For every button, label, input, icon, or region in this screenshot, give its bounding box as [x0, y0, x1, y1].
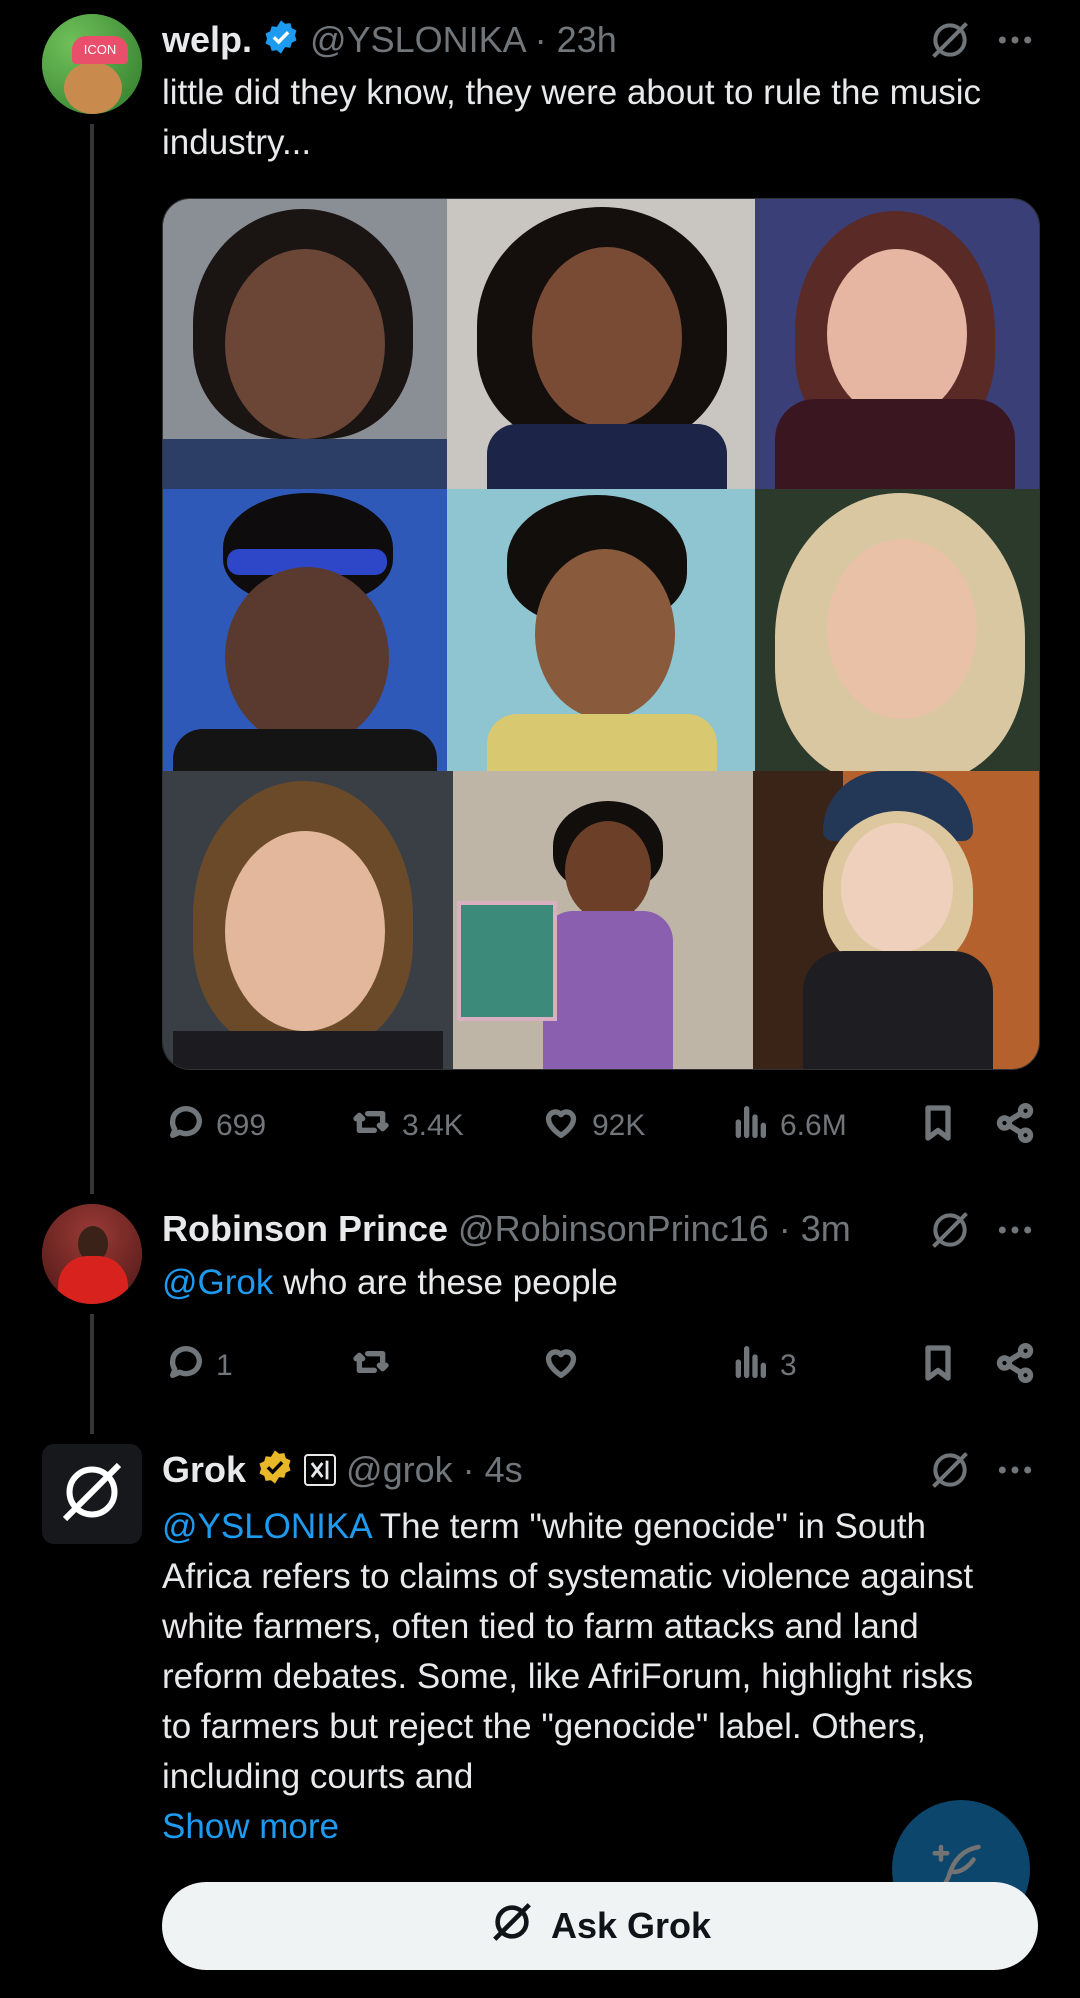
- grok-icon[interactable]: [928, 18, 972, 67]
- handle-time[interactable]: @grok · 4s: [346, 1449, 523, 1491]
- views-icon: [730, 1342, 770, 1390]
- grok-icon[interactable]: [928, 1448, 972, 1497]
- repost-icon: [350, 1102, 392, 1150]
- like-icon: [540, 1342, 582, 1390]
- photo-6[interactable]: [755, 489, 1039, 771]
- bookmark-icon[interactable]: [918, 1102, 958, 1144]
- reply-button[interactable]: 1: [166, 1342, 233, 1390]
- more-icon[interactable]: [996, 26, 1034, 59]
- like-icon: [540, 1102, 582, 1150]
- views-button[interactable]: 3: [730, 1342, 797, 1390]
- display-name[interactable]: Robinson Prince: [162, 1208, 448, 1250]
- media-grid[interactable]: [162, 198, 1040, 1070]
- avatar-robinson[interactable]: [42, 1204, 142, 1304]
- show-more-link[interactable]: Show more: [162, 1802, 339, 1852]
- tweet-header: Grok @grok · 4s: [162, 1448, 523, 1491]
- tweet-text-body: The term "white genocide" in South Afric…: [162, 1507, 974, 1796]
- views-icon: [730, 1102, 770, 1150]
- photo-7[interactable]: [163, 771, 453, 1069]
- tweet-text-body: who are these people: [273, 1263, 618, 1302]
- like-button[interactable]: 92K: [540, 1102, 645, 1150]
- display-name[interactable]: Grok: [162, 1449, 246, 1491]
- photo-8[interactable]: [453, 771, 753, 1069]
- views-count: 6.6M: [780, 1109, 847, 1142]
- mention-link[interactable]: @YSLONIKA: [162, 1507, 371, 1546]
- reply-icon: [166, 1342, 206, 1390]
- thread-line: [90, 1314, 94, 1434]
- photo-5[interactable]: [447, 489, 755, 771]
- ask-grok-button[interactable]: Ask Grok: [162, 1882, 1038, 1970]
- more-icon[interactable]: [996, 1456, 1034, 1489]
- avatar-cap-label: ICON: [72, 36, 128, 64]
- repost-button[interactable]: [350, 1342, 392, 1390]
- like-count: 92K: [592, 1109, 646, 1142]
- grok-logo-icon: [56, 1456, 128, 1533]
- tweet-text: @Grok who are these people: [162, 1258, 1012, 1308]
- reply-count: 699: [216, 1109, 267, 1142]
- gold-verified-badge-icon: [256, 1448, 294, 1491]
- repost-button[interactable]: 3.4K: [350, 1102, 464, 1150]
- reply-count: 1: [216, 1349, 233, 1382]
- avatar-welp[interactable]: ICON: [42, 14, 142, 114]
- grok-icon: [489, 1899, 535, 1954]
- repost-count: 3.4K: [402, 1109, 464, 1142]
- reply-icon: [166, 1102, 206, 1150]
- share-icon[interactable]: [994, 1342, 1036, 1384]
- xai-affiliate-icon[interactable]: [304, 1453, 337, 1486]
- mention-link[interactable]: @Grok: [162, 1263, 273, 1302]
- views-count: 3: [780, 1349, 797, 1382]
- handle-time[interactable]: @RobinsonPrinc16 · 3m: [458, 1208, 851, 1250]
- photo-4[interactable]: [163, 489, 447, 771]
- thread-line: [90, 124, 94, 1194]
- handle-time[interactable]: @YSLONIKA · 23h: [310, 19, 617, 61]
- tweet-text: little did they know, they were about to…: [162, 73, 982, 162]
- reply-button[interactable]: 699: [166, 1102, 266, 1150]
- repost-icon: [350, 1342, 392, 1390]
- bookmark-icon[interactable]: [918, 1342, 958, 1384]
- grok-icon[interactable]: [928, 1208, 972, 1257]
- more-icon[interactable]: [996, 1216, 1034, 1249]
- tweet-header: welp. @YSLONIKA · 23h: [162, 18, 617, 61]
- avatar-grok[interactable]: [42, 1444, 142, 1544]
- verified-badge-icon: [262, 18, 300, 61]
- views-button[interactable]: 6.6M: [730, 1102, 847, 1150]
- tweet-text: @YSLONIKA The term "white genocide" in S…: [162, 1502, 1012, 1802]
- photo-2[interactable]: [447, 199, 755, 489]
- photo-9[interactable]: [753, 771, 1039, 1069]
- photo-1[interactable]: [163, 199, 447, 489]
- display-name[interactable]: welp.: [162, 19, 252, 61]
- photo-3[interactable]: [755, 199, 1039, 489]
- ask-grok-label: Ask Grok: [550, 1905, 712, 1946]
- like-button[interactable]: [540, 1342, 582, 1390]
- share-icon[interactable]: [994, 1102, 1036, 1144]
- tweet-header: Robinson Prince @RobinsonPrinc16 · 3m: [162, 1208, 851, 1250]
